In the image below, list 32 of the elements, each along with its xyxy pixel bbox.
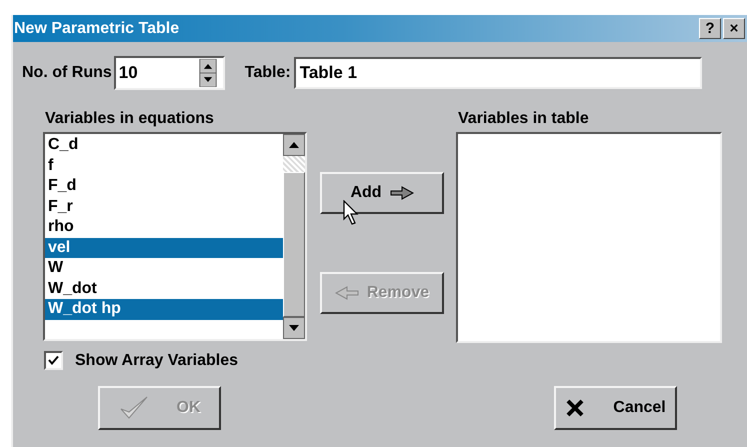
cancel-button[interactable]: Cancel	[554, 386, 677, 430]
list-item[interactable]: F_d	[45, 176, 283, 196]
list-item[interactable]: vel	[45, 238, 283, 258]
table-name-field[interactable]: Table 1	[294, 57, 702, 89]
check-icon	[47, 354, 60, 367]
list-item[interactable]: W	[45, 258, 283, 278]
list-heading: Variables in table	[458, 110, 590, 129]
checkbox[interactable]	[44, 351, 63, 370]
right-arrow-icon	[390, 186, 414, 200]
list-heading: Variables in equations	[45, 110, 215, 129]
checkbox-label: Show Array Variables	[75, 352, 238, 370]
runs-spin-field[interactable]: 10	[114, 56, 225, 90]
cross-icon	[565, 398, 586, 418]
check-icon	[118, 395, 148, 421]
title-bar-button[interactable]: ?	[699, 18, 721, 39]
left-arrow-icon	[334, 286, 359, 300]
add-button[interactable]: Add	[320, 172, 444, 214]
spin-arrows-icon[interactable]	[198, 59, 217, 87]
window-title: New Parametric Table	[13, 20, 180, 38]
list-item[interactable]: C_d	[45, 135, 283, 156]
list-item[interactable]: F_r	[45, 196, 283, 217]
list-item[interactable]: W_dot hp	[45, 299, 283, 320]
scroll-up-icon[interactable]	[283, 134, 305, 156]
list-item[interactable]: f	[45, 156, 283, 176]
title-bar-button[interactable]: ×	[723, 18, 745, 39]
table-label: Table:	[244, 64, 291, 82]
mouse-pointer-icon	[343, 200, 359, 226]
list-item[interactable]: rho	[45, 217, 283, 238]
scrollbar[interactable]	[283, 134, 305, 339]
runs-label: No. of Runs	[22, 64, 112, 82]
list-item[interactable]: W_dot	[45, 278, 283, 299]
scroll-down-icon[interactable]	[283, 317, 305, 339]
